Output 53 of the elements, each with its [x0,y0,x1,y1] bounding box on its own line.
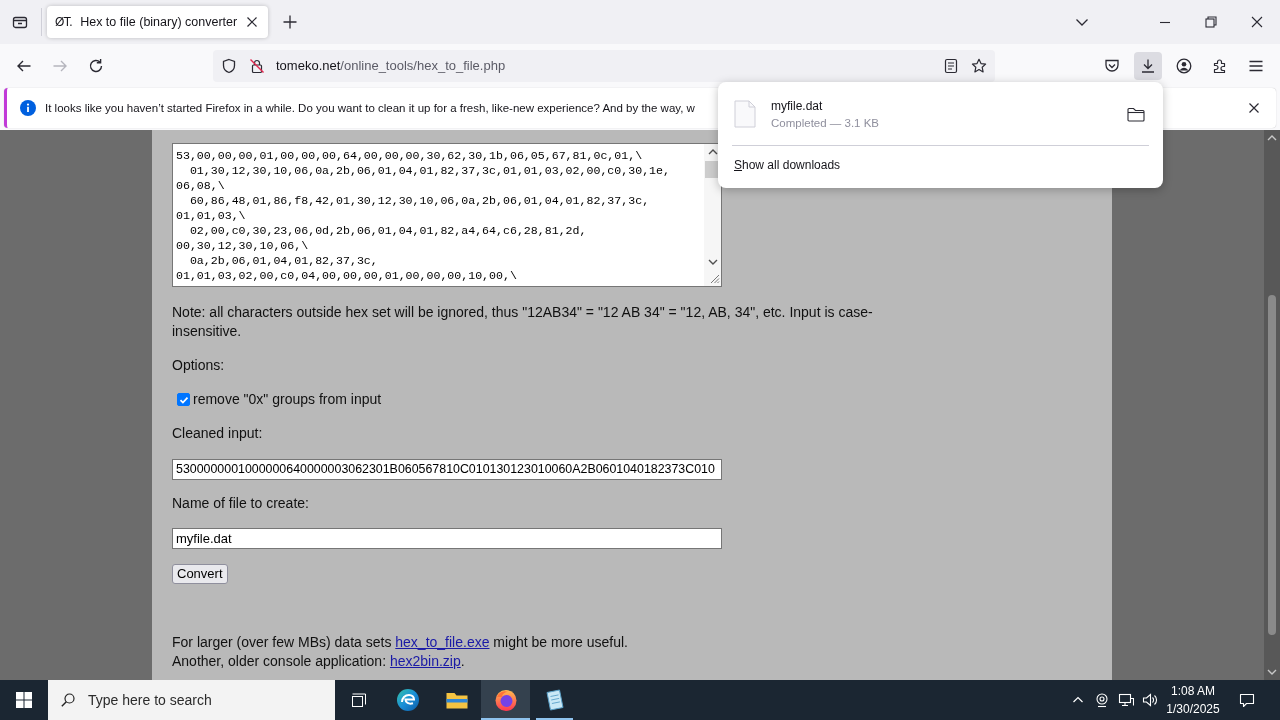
close-icon[interactable] [246,16,258,28]
account-icon[interactable] [1176,57,1192,74]
star-icon[interactable] [971,57,987,74]
pocket-icon[interactable] [1104,57,1120,74]
resize-grip-icon[interactable] [708,272,720,284]
shield-icon[interactable] [221,57,237,74]
webcam-icon[interactable] [1094,692,1110,708]
download-icon[interactable] [1140,57,1156,74]
puzzle-icon[interactable] [1212,57,1228,74]
speaker-icon[interactable] [1142,692,1158,708]
info-icon [20,100,36,116]
convert-button[interactable]: Convert [172,564,228,584]
close-icon[interactable] [1251,16,1263,28]
downloads-button[interactable] [1134,51,1162,80]
options-label: Options: [172,356,226,375]
browser-icon[interactable] [395,688,420,712]
close-icon[interactable] [1248,102,1260,114]
checkbox[interactable] [177,393,190,406]
search-icon [61,693,75,707]
note-text: Note: all characters outside hex set will be ignored, thus "12AB34" = "12 AB 34" = "12, AB, 34", etc. Input is case-insensitive. [172,303,874,341]
restore-icon[interactable] [1205,16,1217,28]
file-link[interactable]: hex_to_file.exe [395,634,490,650]
field-label: Cleaned input: [172,424,264,443]
file-name-field[interactable]: myfile.dat [172,528,722,549]
download-status: Completed — 3.1 KB [771,117,880,129]
footer-text: For larger (over few MBs) data sets hex_to_file.exe might be more useful. [172,633,629,652]
address-bar[interactable]: tomeko.net/online_tools/hex_to_file.php [213,49,995,82]
show-all-downloads-button[interactable]: Show all downloads [734,158,841,172]
file-link[interactable]: hex2bin.zip [389,653,461,669]
notification-icon[interactable] [1239,692,1255,708]
windows-logo-icon[interactable] [16,692,32,708]
hex-input-field[interactable]: 53,00,00,00,01,00,00,00,64,00,00,00,30,62,30,1b,06,05,67,81,0c,01,\ 01,30,12,30,10,06,0a,2b,06,01,04,01,82,37,3c,01,01,03,02,00,c0,30,1e, 06,08,\ 60,86,48,01,86,f8,42,01,30,12,30,10,06,0a,2b,06,01,04,01,82,37,3c, 01,01,03,\ 02,00,c0,30,23,06,0d,2b,06,01,04,01,82,a4,64,c6,28,81,2d, 00,30,12,30,10,06,\ 0a,2b,06,01,04,01,82,37,3c, 01,01,03,02,00,c0,04,00,00,00,01,00,00,00,10,00,\ [172,143,722,287]
cleaned-input-field[interactable]: 5300000001000000640000003062301B060567810C010130123010060A2B0601040182373C010 [172,459,722,480]
reload-icon[interactable] [88,57,104,74]
field-label: Name of file to create: [172,494,310,513]
url-text[interactable]: tomeko.net/online_tools/hex_to_file.php [276,58,506,73]
tab-list-icon[interactable] [12,14,28,30]
task-view-icon[interactable] [351,692,367,708]
network-icon[interactable] [1118,692,1134,708]
search-field[interactable]: Type here to search [48,680,335,720]
clock[interactable]: 1:08 AM 1/30/2025 [1162,682,1224,718]
lock-slash-icon[interactable] [249,57,265,74]
scrollbar-thumb[interactable] [1268,295,1276,635]
checkbox-label[interactable]: remove "0x" groups from input [193,390,382,409]
footer-text: Another, older console application: hex2bin.zip. [172,652,466,671]
site-logo: ØT. [55,15,73,29]
reader-view-icon[interactable] [943,57,959,74]
checkmark-icon [178,394,189,405]
file-name[interactable]: myfile.dat [771,99,880,113]
notification-message: It looks like you haven’t started Firefox in a while. Do you want to clean it up for a fresh, like-new experience? And by the way, w [45,102,695,114]
folder-icon[interactable] [1127,106,1145,122]
new-tab-icon[interactable] [283,15,297,29]
browser-tab[interactable]: ØT. Hex to file (binary) converter [47,6,268,38]
